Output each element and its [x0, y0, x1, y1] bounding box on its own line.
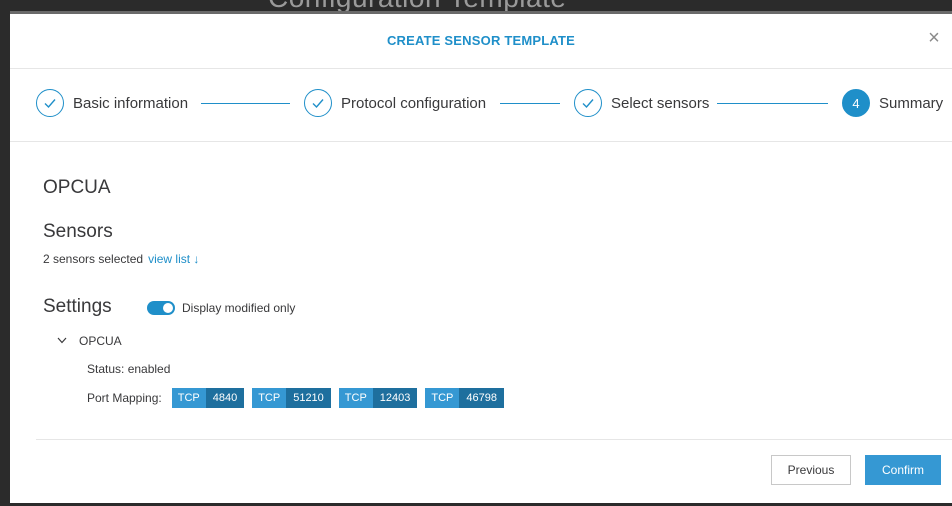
port-number: 51210: [286, 388, 331, 408]
protocol-title: OPCUA: [43, 177, 111, 198]
port-number: 12403: [372, 388, 418, 408]
stepper: Basic information Protocol configuration…: [10, 69, 952, 142]
step-label: Summary: [879, 94, 944, 112]
port-badge: TCP 51210: [252, 388, 331, 408]
toggle-knob: [163, 303, 173, 313]
display-modified-only-toggle[interactable]: Display modified only: [147, 301, 295, 315]
tree-node-opcua[interactable]: OPCUA: [57, 334, 122, 348]
check-icon: [574, 89, 602, 117]
step-connector: [500, 103, 560, 104]
chevron-down-icon[interactable]: [57, 335, 69, 347]
step-basic-information[interactable]: Basic information: [36, 87, 188, 119]
step-connector: [717, 103, 828, 104]
port-mapping-label: Port Mapping:: [87, 391, 162, 405]
settings-heading: Settings: [43, 296, 112, 317]
check-icon: [36, 89, 64, 117]
step-number-badge: 4: [842, 89, 870, 117]
step-label: Protocol configuration: [341, 94, 487, 112]
port-protocol: TCP: [252, 388, 287, 408]
step-select-sensors[interactable]: Select sensors: [574, 87, 709, 119]
toggle-switch[interactable]: [147, 301, 175, 315]
port-protocol: TCP: [425, 388, 460, 408]
step-label: Basic information: [73, 94, 189, 112]
step-protocol-configuration[interactable]: Protocol configuration: [304, 87, 486, 119]
sensors-heading: Sensors: [43, 221, 113, 242]
port-number: 46798: [459, 388, 504, 408]
footer-divider: [36, 439, 952, 440]
step-connector: [201, 103, 290, 104]
confirm-button[interactable]: Confirm: [865, 455, 941, 485]
modal-header: CREATE SENSOR TEMPLATE ×: [10, 14, 952, 69]
port-badge: TCP 46798: [425, 388, 504, 408]
port-mapping-row: Port Mapping: TCP 4840 TCP 51210 TCP 124…: [87, 388, 512, 408]
port-number: 4840: [205, 388, 245, 408]
port-badge: TCP 12403: [338, 388, 418, 408]
create-sensor-template-modal: CREATE SENSOR TEMPLATE × Basic informati…: [10, 11, 952, 503]
check-icon: [304, 89, 332, 117]
step-label: Select sensors: [611, 94, 710, 112]
modal-title: CREATE SENSOR TEMPLATE: [386, 33, 576, 48]
port-badge: TCP 4840: [171, 388, 245, 408]
step-summary[interactable]: 4 Summary: [842, 87, 943, 119]
view-list-link[interactable]: view list ↓: [148, 252, 199, 266]
port-protocol: TCP: [171, 388, 206, 408]
close-icon[interactable]: ×: [924, 28, 944, 48]
status-text: Status: enabled: [87, 362, 171, 376]
port-protocol: TCP: [338, 388, 373, 408]
sensors-selected-text: 2 sensors selected view list ↓: [43, 252, 200, 266]
tree-node-label: OPCUA: [79, 334, 122, 348]
previous-button[interactable]: Previous: [771, 455, 851, 485]
toggle-label: Display modified only: [182, 301, 296, 315]
